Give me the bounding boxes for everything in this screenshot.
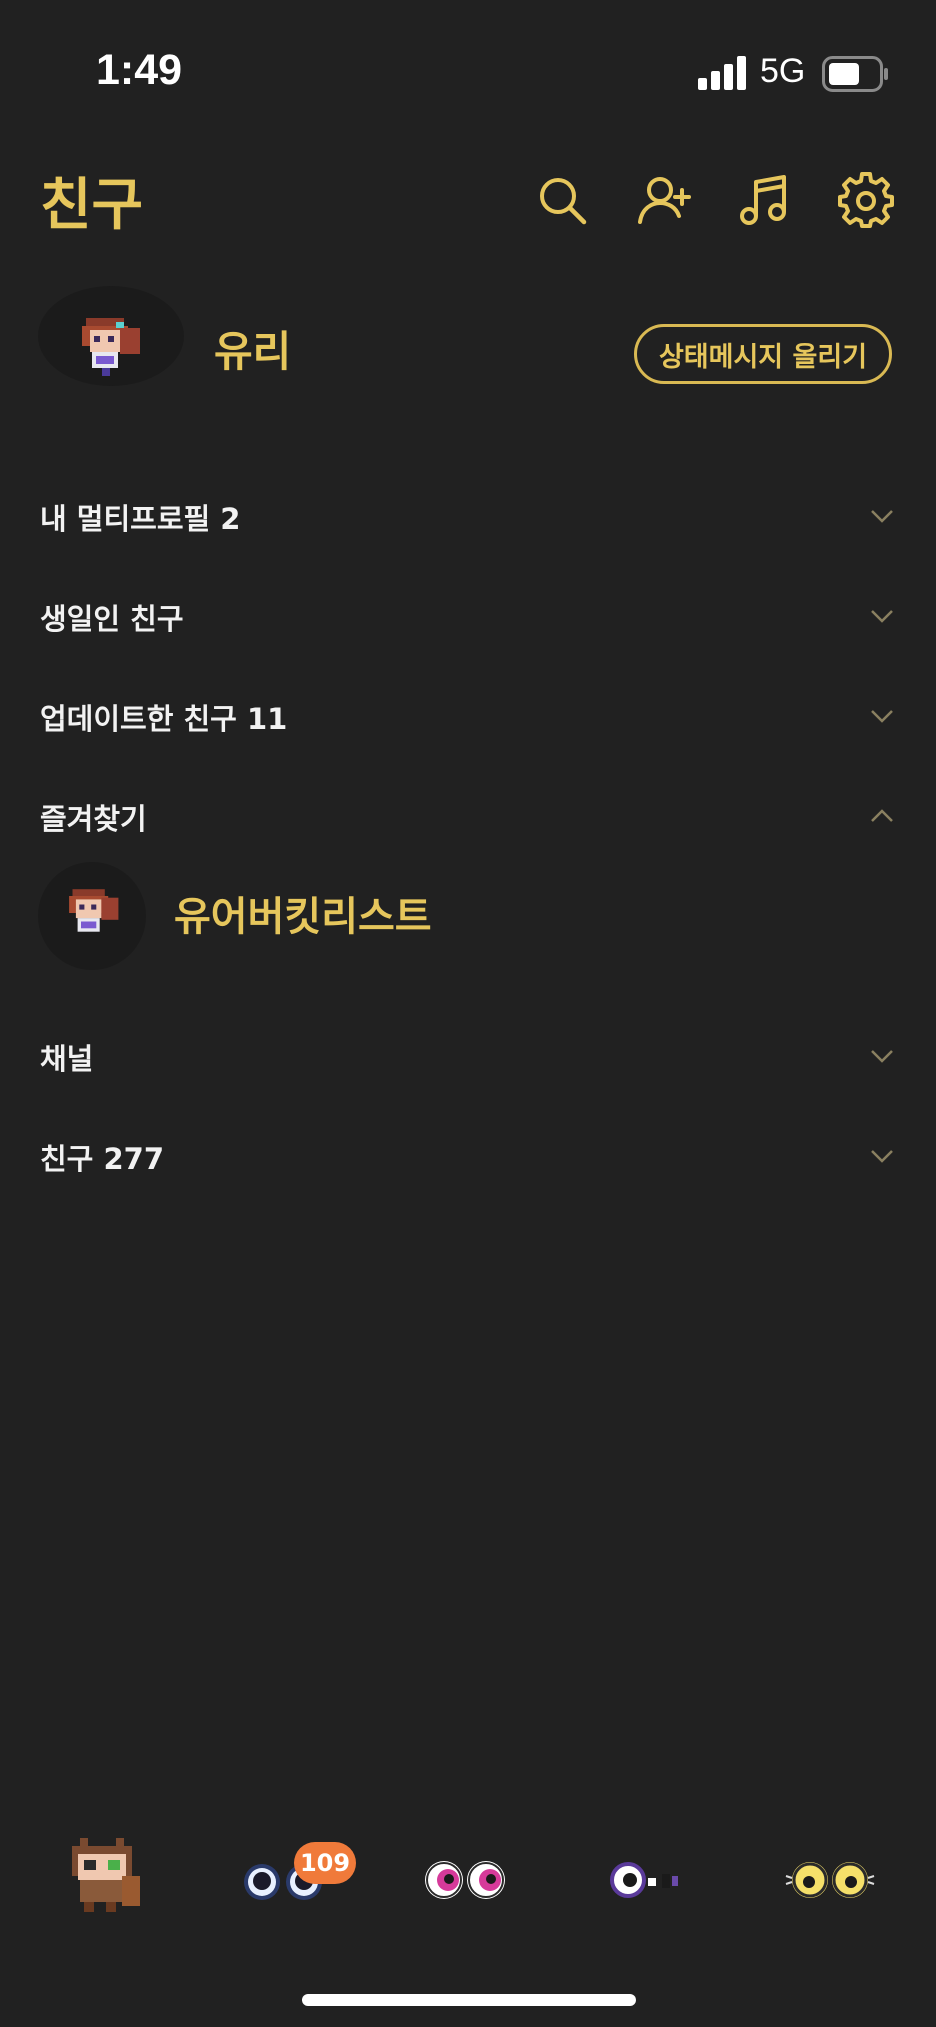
section-label: 업데이트한 친구 11 <box>40 702 288 736</box>
search-icon[interactable] <box>534 172 590 228</box>
unread-badge: 109 <box>294 1842 356 1884</box>
section-updated-friends[interactable]: 업데이트한 친구 11 <box>0 684 936 748</box>
section-label: 채널 <box>40 1042 94 1076</box>
status-message-button[interactable]: 상태메시지 올리기 <box>634 324 892 384</box>
tab-view[interactable] <box>420 1836 510 1916</box>
chevron-down-icon <box>871 510 893 523</box>
section-favorites[interactable]: 즐겨찾기 <box>0 784 936 848</box>
section-label: 친구 277 <box>40 1142 164 1176</box>
signal-icon <box>698 56 746 90</box>
tab-friends[interactable] <box>60 1836 150 1916</box>
friends-tab-icon <box>72 1838 140 1912</box>
music-icon[interactable] <box>736 172 792 228</box>
view-tab-icon <box>425 1861 505 1899</box>
tab-more[interactable] <box>782 1836 878 1916</box>
section-label: 생일인 친구 <box>40 602 184 636</box>
avatar[interactable] <box>38 286 184 386</box>
favorite-avatar[interactable] <box>38 862 146 970</box>
section-friends[interactable]: 친구 277 <box>0 1124 936 1188</box>
chevron-down-icon <box>871 1150 893 1163</box>
page-title: 친구 <box>40 173 144 238</box>
tab-shopping[interactable] <box>604 1836 694 1916</box>
favorite-name[interactable]: 유어버킷리스트 <box>174 884 432 942</box>
chevron-down-icon <box>871 1050 893 1063</box>
section-multi-profile[interactable]: 내 멀티프로필 2 <box>0 484 936 548</box>
chevron-down-icon <box>871 710 893 723</box>
settings-icon[interactable] <box>838 172 894 228</box>
chevron-down-icon <box>871 610 893 623</box>
shopping-tab-icon <box>610 1862 678 1898</box>
profile-name[interactable]: 유리 <box>214 318 291 379</box>
section-label: 즐겨찾기 <box>40 802 147 836</box>
home-indicator[interactable] <box>302 1994 636 2006</box>
section-channels[interactable]: 채널 <box>0 1024 936 1088</box>
more-tab-icon <box>785 1862 875 1898</box>
status-time: 1:49 <box>96 46 183 94</box>
battery-icon <box>822 56 888 92</box>
section-birthday-friends[interactable]: 생일인 친구 <box>0 584 936 648</box>
section-label: 내 멀티프로필 2 <box>40 502 241 536</box>
add-friend-icon[interactable] <box>636 172 692 228</box>
chevron-up-icon <box>871 809 893 822</box>
network-label: 5G <box>760 52 806 90</box>
